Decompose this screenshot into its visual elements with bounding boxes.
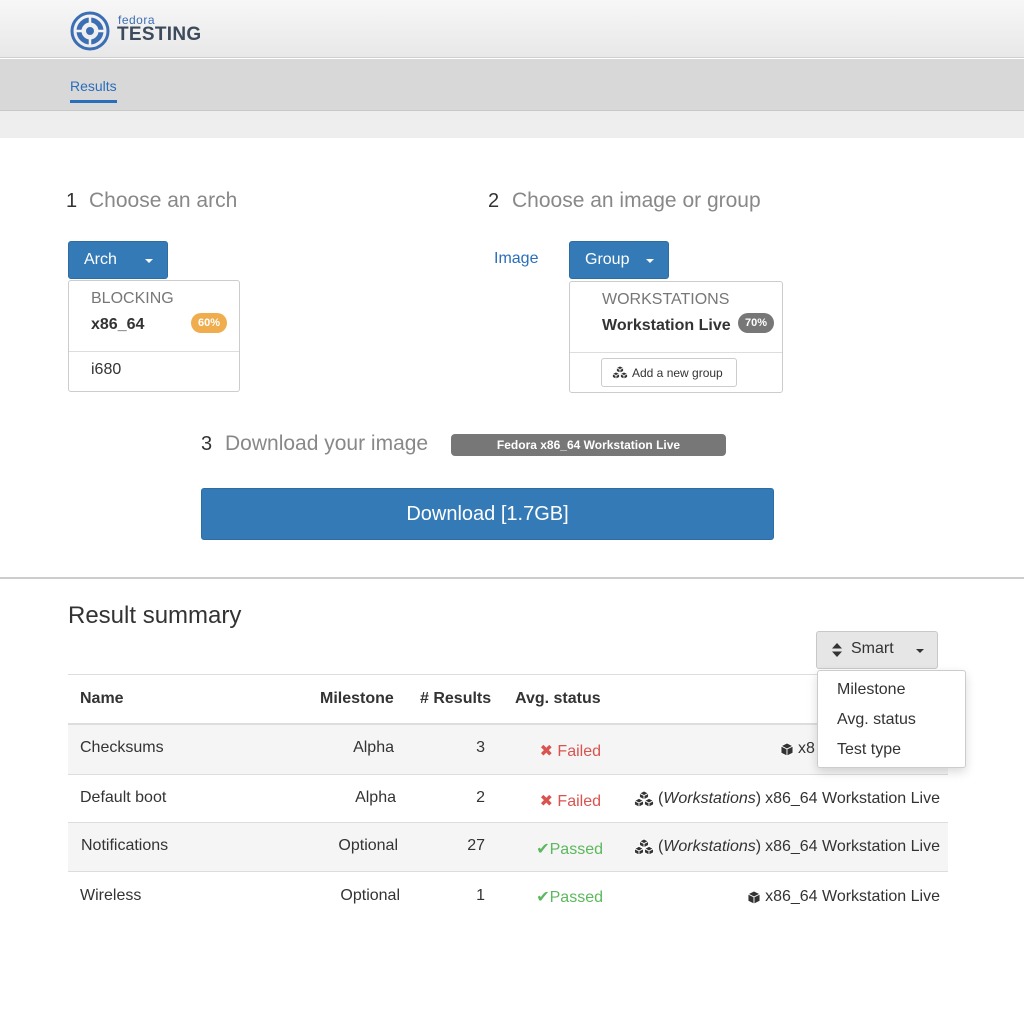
arch-item-label: i680 (91, 361, 122, 378)
cubes-icon (612, 366, 628, 379)
row-status: ✖ Failed (540, 791, 601, 811)
cubes-icon (633, 791, 654, 807)
group-item-workstation-live[interactable]: Workstation Live 70% (570, 310, 782, 352)
arch-list-panel: BLOCKING x86_64 60% i680 (68, 280, 240, 392)
row-image-group-wrap: (Workstations) (657, 838, 762, 855)
header-strip (0, 111, 1024, 138)
add-group-label: Add a new group (632, 365, 723, 380)
row-status-label: Passed (549, 841, 603, 858)
image-tab-link[interactable]: Image (494, 250, 538, 268)
row-status: ✖ Failed (540, 741, 601, 761)
site-header: fedora TESTING (0, 0, 1024, 58)
row-image-label: x86_64 Workstation Live (765, 838, 940, 855)
chevron-down-icon (916, 649, 924, 653)
row-status-label: Passed (549, 889, 603, 906)
table-top-border (68, 674, 948, 675)
group-item-label: Workstation Live (602, 317, 731, 334)
cubes-icon (633, 839, 654, 855)
column-header-milestone[interactable]: Milestone (320, 690, 394, 708)
logo-text-big: TESTING (117, 24, 202, 45)
result-summary-title: Result summary (68, 602, 242, 629)
section-divider (0, 577, 1024, 579)
row-image-label: x86_64 Workstation Live (765, 790, 940, 807)
times-icon: ✖ (539, 793, 553, 810)
check-icon: ✔ (536, 889, 550, 906)
arch-item-label: x86_64 (91, 316, 145, 333)
row-results-count: 27 (467, 837, 485, 854)
row-status: ✔Passed (536, 887, 603, 907)
row-milestone: Optional (340, 887, 400, 904)
step2-title: Choose an image or group (512, 189, 761, 212)
row-milestone: Alpha (355, 789, 396, 806)
row-name: Wireless (80, 887, 142, 904)
download-button[interactable]: Download [1.7GB] (201, 488, 774, 540)
row-image-label: x8 (798, 740, 815, 757)
arch-item-x86_64[interactable]: x86_64 60% (69, 309, 239, 351)
sort-icon (832, 643, 842, 657)
arch-section-header: BLOCKING (91, 290, 174, 307)
sort-dropdown-button[interactable]: Smart (816, 631, 938, 669)
row-name: Default boot (80, 789, 167, 806)
group-pass-badge: 70% (738, 313, 774, 333)
arch-pass-badge: 60% (191, 313, 227, 333)
row-name: Checksums (80, 739, 164, 756)
download-button-label: Download [1.7GB] (406, 502, 569, 525)
row-image-group-wrap: (Workstations) (657, 790, 762, 807)
table-row[interactable]: Default boot Alpha 2 ✖ Failed (Workstati… (68, 774, 948, 822)
step1-number: 1 (66, 190, 78, 212)
row-results-count: 2 (476, 789, 485, 806)
row-image-group: Workstations (663, 838, 756, 855)
add-group-button[interactable]: Add a new group (601, 358, 737, 387)
row-results-count: 3 (476, 739, 485, 756)
row-image[interactable]: x8 (780, 740, 815, 758)
row-status-label: Failed (557, 743, 601, 760)
table-row[interactable]: Checksums Alpha 3 ✖ Failed x8 (68, 725, 948, 774)
row-results-count: 1 (476, 887, 485, 904)
sort-option-milestone[interactable]: Milestone (837, 681, 905, 699)
navbar: Results (0, 59, 1024, 111)
table-row[interactable]: Notifications Optional 27 ✔Passed (Works… (68, 822, 948, 871)
row-image-group: Workstations (663, 790, 756, 807)
step3-number: 3 (201, 433, 213, 455)
step1-title: Choose an arch (89, 189, 238, 212)
row-image[interactable]: (Workstations) x86_64 Workstation Live (633, 790, 940, 808)
group-divider (570, 352, 782, 353)
cube-icon (780, 741, 794, 757)
group-dropdown-button[interactable]: Group (569, 241, 669, 279)
chevron-down-icon (145, 259, 153, 263)
arch-button-label: Arch (84, 251, 117, 268)
fedora-logo-icon[interactable] (70, 11, 110, 51)
row-milestone: Optional (338, 837, 398, 854)
table-row[interactable]: Wireless Optional 1 ✔Passed x86_64 Works… (68, 871, 948, 921)
group-section-header: WORKSTATIONS (602, 291, 730, 308)
column-header-avg-status[interactable]: Avg. status (515, 690, 601, 708)
row-milestone: Alpha (353, 739, 394, 756)
row-image[interactable]: x86_64 Workstation Live (747, 888, 940, 906)
sort-option-avg-status[interactable]: Avg. status (837, 711, 916, 729)
check-icon: ✔ (536, 841, 550, 858)
arch-item-i680[interactable]: i680 (69, 352, 239, 392)
arch-dropdown-button[interactable]: Arch (68, 241, 168, 279)
sort-option-test-type[interactable]: Test type (837, 741, 901, 759)
sort-button-label: Smart (851, 640, 894, 657)
selected-image-label: Fedora x86_64 Workstation Live (451, 434, 726, 456)
nav-tab-results[interactable]: Results (70, 78, 117, 103)
sort-dropdown-menu: Milestone Avg. status Test type (817, 670, 966, 768)
cube-icon (747, 889, 762, 905)
row-status-label: Failed (557, 793, 601, 810)
step3-title: Download your image (225, 432, 429, 455)
chevron-down-icon (646, 259, 654, 263)
group-list-panel: WORKSTATIONS Workstation Live 70% Add a … (569, 281, 783, 393)
step2-number: 2 (488, 190, 500, 212)
row-name: Notifications (81, 837, 169, 854)
row-image[interactable]: (Workstations) x86_64 Workstation Live (633, 838, 940, 856)
times-icon: ✖ (539, 743, 553, 760)
group-button-label: Group (585, 251, 630, 268)
row-status: ✔Passed (536, 839, 603, 859)
row-image-label: x86_64 Workstation Live (765, 888, 940, 905)
column-header-results[interactable]: # Results (420, 690, 491, 708)
column-header-name[interactable]: Name (80, 690, 124, 708)
